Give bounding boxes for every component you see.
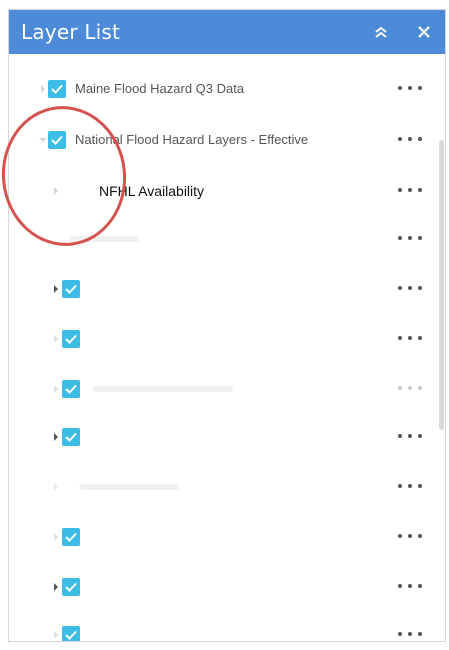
caret-right-icon[interactable] xyxy=(51,581,61,593)
close-button[interactable] xyxy=(414,22,434,42)
checkmark-icon xyxy=(51,135,63,145)
caret-right-icon[interactable] xyxy=(51,629,61,641)
faded-label xyxy=(93,386,233,392)
caret-right-icon[interactable] xyxy=(51,431,61,443)
more-options-icon[interactable] xyxy=(398,579,422,593)
layer-row-faint[interactable] xyxy=(9,224,445,254)
layer-row-maine-flood-hazard[interactable]: Maine Flood Hazard Q3 Data xyxy=(9,74,445,104)
scrollbar[interactable] xyxy=(439,140,444,430)
layer-row[interactable] xyxy=(9,374,445,404)
panel-title: Layer List xyxy=(21,20,121,44)
caret-right-icon[interactable] xyxy=(51,283,61,295)
checkmark-icon xyxy=(51,84,63,94)
more-options-icon[interactable] xyxy=(398,331,422,345)
more-options-icon[interactable] xyxy=(398,231,422,245)
layer-row[interactable] xyxy=(9,274,445,304)
layer-row-national-flood-hazard[interactable]: National Flood Hazard Layers - Effective xyxy=(9,125,445,155)
checkmark-icon xyxy=(65,432,77,442)
more-options-icon[interactable] xyxy=(398,183,422,197)
checkmark-icon xyxy=(65,532,77,542)
caret-right-icon[interactable] xyxy=(51,531,61,543)
layer-checkbox[interactable] xyxy=(62,280,80,298)
caret-down-icon[interactable] xyxy=(38,134,48,146)
layer-list-panel: Layer List Maine Flood Hazard Q3 Data Na… xyxy=(8,9,446,642)
checkmark-icon xyxy=(65,582,77,592)
layer-row[interactable] xyxy=(9,324,445,354)
more-options-icon[interactable] xyxy=(398,429,422,443)
layer-checkbox[interactable] xyxy=(62,380,80,398)
checkmark-icon xyxy=(65,284,77,294)
checkmark-icon xyxy=(65,630,77,640)
more-options-icon[interactable] xyxy=(398,81,422,95)
panel-header: Layer List xyxy=(9,10,445,54)
layer-row[interactable] xyxy=(9,522,445,552)
caret-right-icon[interactable] xyxy=(38,233,48,245)
layer-checkbox[interactable] xyxy=(48,80,66,98)
more-options-icon[interactable] xyxy=(398,627,422,641)
layer-row[interactable] xyxy=(9,620,445,641)
layer-checkbox[interactable] xyxy=(62,528,80,546)
layer-checkbox[interactable] xyxy=(62,428,80,446)
layer-label: Maine Flood Hazard Q3 Data xyxy=(75,81,245,96)
caret-right-icon[interactable] xyxy=(51,383,61,395)
caret-right-icon[interactable] xyxy=(51,481,61,493)
layer-checkbox[interactable] xyxy=(48,131,66,149)
layer-label: National Flood Hazard Layers - Effective xyxy=(75,132,309,147)
close-icon xyxy=(418,26,430,38)
layer-row-faint[interactable] xyxy=(9,472,445,502)
caret-right-icon[interactable] xyxy=(51,333,61,345)
layer-checkbox[interactable] xyxy=(62,578,80,596)
more-options-icon[interactable] xyxy=(398,281,422,295)
layer-checkbox[interactable] xyxy=(62,330,80,348)
faded-label xyxy=(69,236,139,242)
faded-label xyxy=(79,484,179,490)
caret-right-icon[interactable] xyxy=(38,83,48,95)
layer-label: NFHL Availability xyxy=(99,183,205,199)
caret-right-icon[interactable] xyxy=(51,185,61,197)
layer-checkbox[interactable] xyxy=(62,626,80,641)
more-options-icon[interactable] xyxy=(398,529,422,543)
layer-row-nfhl-availability[interactable]: NFHL Availability xyxy=(9,176,445,206)
layer-row[interactable] xyxy=(9,422,445,452)
double-chevron-up-icon xyxy=(375,26,387,38)
checkmark-icon xyxy=(65,384,77,394)
more-options-icon[interactable] xyxy=(398,381,422,395)
layer-row[interactable] xyxy=(9,572,445,602)
more-options-icon[interactable] xyxy=(398,479,422,493)
collapse-button[interactable] xyxy=(371,22,391,42)
more-options-icon[interactable] xyxy=(398,132,422,146)
checkmark-icon xyxy=(65,334,77,344)
